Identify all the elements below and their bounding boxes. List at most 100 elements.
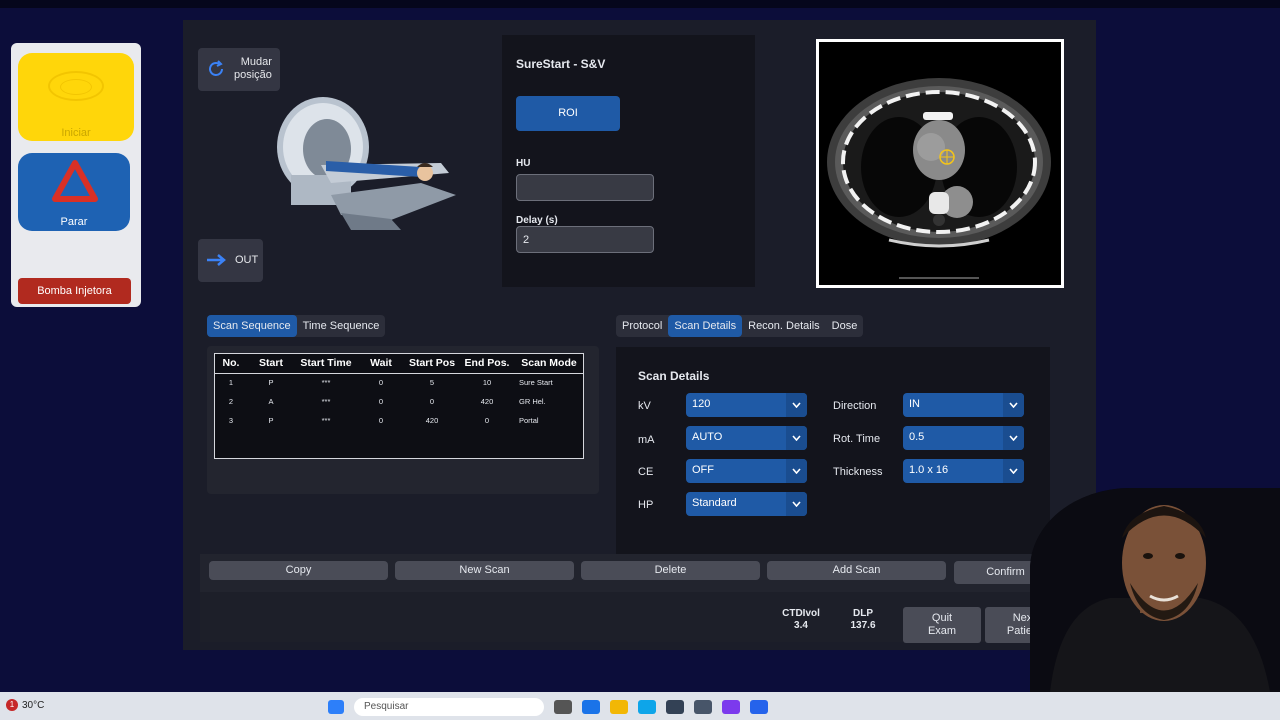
dlp-value: 137.6 xyxy=(850,620,876,631)
table-cell: 0 xyxy=(378,378,384,388)
table-cell: 3 xyxy=(228,416,234,425)
surestart-title: SureStart - S&V xyxy=(516,57,606,71)
browser-icon[interactable] xyxy=(638,700,656,714)
table-cell: 0 xyxy=(484,416,490,425)
direction-select[interactable]: IN xyxy=(903,393,1024,417)
table-cell: Sure Start xyxy=(519,378,553,388)
folder-icon[interactable] xyxy=(610,700,628,714)
windows-start-icon[interactable] xyxy=(328,700,344,714)
chevron-down-icon xyxy=(1009,402,1018,408)
scan-details-title: Scan Details xyxy=(638,369,710,383)
thickness-value: 1.0 x 16 xyxy=(909,464,949,476)
edge-icon[interactable] xyxy=(582,700,600,714)
table-cell: Portal xyxy=(519,416,539,425)
chevron-down-icon xyxy=(1009,435,1018,441)
action-bar: Copy New Scan Delete Add Scan Confirm xyxy=(200,554,1068,592)
sequence-tabs: Scan Sequence Time Sequence xyxy=(207,315,386,337)
tab-scan-details[interactable]: Scan Details xyxy=(668,315,743,337)
chevron-down-icon xyxy=(1009,468,1018,474)
ce-label: CE xyxy=(638,466,654,478)
ctdivol-readout: CTDIvol 3.4 xyxy=(778,608,824,632)
weather-widget[interactable]: 1 30°C xyxy=(6,699,44,711)
table-row[interactable]: 3 P *** 0 420 0 Portal xyxy=(215,411,583,430)
temperature: 30°C xyxy=(22,699,45,711)
tab-recon-details[interactable]: Recon. Details xyxy=(742,315,826,337)
presenter-video xyxy=(1030,488,1280,692)
table-row[interactable]: 1 P *** 0 5 10 Sure Start xyxy=(215,373,583,392)
tab-scan-sequence[interactable]: Scan Sequence xyxy=(207,315,297,337)
tab-time-sequence[interactable]: Time Sequence xyxy=(297,315,386,337)
start-button-label: Iniciar xyxy=(61,127,91,139)
delay-field[interactable]: 2 xyxy=(516,226,654,253)
table-cell: *** xyxy=(321,416,331,425)
table-cell: 2 xyxy=(228,397,234,406)
table-cell: 0 xyxy=(378,416,384,425)
chevron-down-icon xyxy=(792,501,801,507)
copy-button[interactable]: Copy xyxy=(209,561,388,580)
ct-image-viewer[interactable] xyxy=(816,39,1064,288)
new-scan-button[interactable]: New Scan xyxy=(395,561,574,580)
table-cell: 420 xyxy=(425,416,439,425)
thickness-label: Thickness xyxy=(833,466,883,478)
start-button[interactable]: Iniciar xyxy=(18,53,134,141)
rot-time-label: Rot. Time xyxy=(833,433,881,445)
out-button[interactable]: OUT xyxy=(198,239,263,282)
rot-time-value: 0.5 xyxy=(909,431,925,443)
quit-exam-button[interactable]: Quit Exam xyxy=(903,607,981,643)
kv-label: kV xyxy=(638,400,651,412)
app-icon[interactable] xyxy=(722,700,740,714)
ma-value: AUTO xyxy=(692,431,723,443)
store-icon[interactable] xyxy=(666,700,684,714)
refresh-icon xyxy=(209,60,223,76)
roi-button[interactable]: ROI xyxy=(516,96,620,131)
delete-button[interactable]: Delete xyxy=(581,561,760,580)
app-icon[interactable] xyxy=(750,700,768,714)
control-panel: Iniciar Parar Bomba Injetora xyxy=(11,43,141,307)
taskbar-search[interactable]: Pesquisar xyxy=(354,698,544,716)
dlp-label: DLP xyxy=(853,608,873,619)
column-header: Start xyxy=(247,354,295,374)
stop-button[interactable]: Parar xyxy=(18,153,130,231)
thickness-select[interactable]: 1.0 x 16 xyxy=(903,459,1024,483)
table-cell: 1 xyxy=(228,378,234,388)
hu-label: HU xyxy=(516,158,531,169)
tab-dose[interactable]: Dose xyxy=(826,315,864,337)
table-cell: 10 xyxy=(482,378,492,388)
kv-select[interactable]: 120 xyxy=(686,393,807,417)
stop-button-label: Parar xyxy=(60,216,88,228)
hp-value: Standard xyxy=(692,497,737,509)
taskbar-apps: Pesquisar xyxy=(328,698,768,716)
app-icon[interactable] xyxy=(694,700,712,714)
table-row[interactable]: 2 A *** 0 0 420 GR Hel. xyxy=(215,392,583,411)
change-position-button[interactable]: Mudar posição xyxy=(198,48,280,91)
table-cell: 0 xyxy=(378,397,384,406)
task-view-icon[interactable] xyxy=(554,700,572,714)
out-label: OUT xyxy=(235,254,259,266)
ma-select[interactable]: AUTO xyxy=(686,426,807,450)
ce-value: OFF xyxy=(692,464,714,476)
warning-triangle-icon xyxy=(52,160,98,202)
table-cell: 420 xyxy=(480,397,494,406)
table-cell: *** xyxy=(321,378,331,388)
column-header: Scan Mode xyxy=(515,354,583,374)
table-cell: P xyxy=(268,378,274,388)
hp-select[interactable]: Standard xyxy=(686,492,807,516)
column-header: Wait xyxy=(357,354,405,374)
arrow-right-icon xyxy=(207,254,226,266)
webcam-overlay xyxy=(1030,488,1280,692)
change-position-label: Mudar posição xyxy=(234,56,272,81)
add-scan-button[interactable]: Add Scan xyxy=(767,561,946,580)
dose-footer: CTDIvol 3.4 DLP 137.6 Quit Exam Next Pat… xyxy=(200,592,1068,643)
table-cell: GR Hel. xyxy=(519,397,546,406)
ce-select[interactable]: OFF xyxy=(686,459,807,483)
dlp-readout: DLP 137.6 xyxy=(842,608,884,632)
injector-pump-button[interactable]: Bomba Injetora xyxy=(18,278,131,304)
hu-field[interactable] xyxy=(516,174,654,201)
notification-badge: 1 xyxy=(6,699,18,711)
tab-protocol[interactable]: Protocol xyxy=(616,315,668,337)
delay-label: Delay (s) xyxy=(516,215,558,226)
rot-time-select[interactable]: 0.5 xyxy=(903,426,1024,450)
table-cell: A xyxy=(268,397,274,406)
hp-label: HP xyxy=(638,499,654,511)
table-cell: *** xyxy=(321,397,331,406)
